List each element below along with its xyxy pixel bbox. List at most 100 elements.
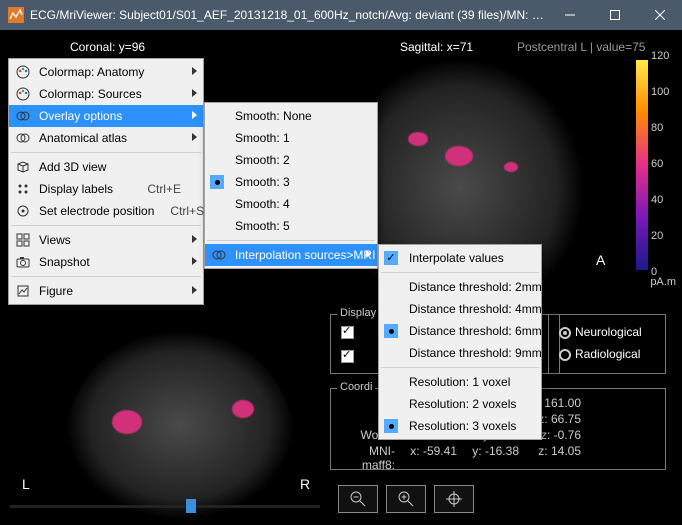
viewer-area: Coronal: y=96 Sagittal: x=71 Postcentral… xyxy=(0,30,682,525)
menu-item-label: Distance threshold: 4mm xyxy=(409,302,542,316)
menu-item-label: Smooth: 4 xyxy=(235,197,290,211)
submenu-overlay-options: Smooth: NoneSmooth: 1 Smooth: 2 Smooth: 3 S… xyxy=(204,102,378,269)
source-blob xyxy=(232,400,254,418)
zoom-in-button[interactable] xyxy=(386,485,426,513)
menu-item-label: Interpolate values xyxy=(409,251,504,265)
menu-item-label: Add 3D view xyxy=(39,160,106,174)
menu-item-label: Snapshot xyxy=(39,255,90,269)
interp-menu-item[interactable]: Resolution: 2 voxels xyxy=(379,393,541,415)
main-menu-item[interactable]: Views xyxy=(9,229,203,251)
overlay-menu-item[interactable]: Smooth: 1 xyxy=(205,127,377,149)
orientation-panel: Neurological Radiological xyxy=(548,314,666,374)
interp-menu-item[interactable]: Distance threshold: 4mm xyxy=(379,298,541,320)
menu-item-label: Smooth: 2 xyxy=(235,153,290,167)
overlay-icon xyxy=(15,108,31,124)
zoom-toolbar xyxy=(338,485,474,513)
submenu-arrow-icon xyxy=(192,133,197,141)
main-menu-item[interactable]: Add 3D view xyxy=(9,156,203,178)
menu-item-label: Set electrode position xyxy=(39,204,154,218)
menu-item-label: Views xyxy=(39,233,71,247)
colorbar-unit: pA.m xyxy=(650,276,676,288)
menu-item-label: Resolution: 2 voxels xyxy=(409,397,516,411)
interp-menu-item[interactable]: Distance threshold: 9mm xyxy=(379,342,541,364)
maximize-button[interactable] xyxy=(592,0,637,30)
minimize-button[interactable] xyxy=(547,0,592,30)
menu-item-label: Distance threshold: 6mm xyxy=(409,324,542,338)
radiological-radio[interactable]: Radiological xyxy=(559,347,640,361)
interp-menu-item[interactable]: Resolution: 3 voxels xyxy=(379,415,541,437)
main-menu-item[interactable]: Colormap: Sources xyxy=(9,83,203,105)
colorbar-tick: 40 xyxy=(651,194,676,206)
coordinate-row: MNI-maff8:x: -59.41y: -16.38z: 14.05 xyxy=(331,443,665,473)
submenu-arrow-icon xyxy=(192,257,197,265)
colorbar xyxy=(636,60,648,270)
context-menu-main: Colormap: Anatomy Colormap: Sources Overla… xyxy=(8,58,204,305)
labels-icon xyxy=(15,181,31,197)
menu-separator xyxy=(381,367,539,368)
menu-item-label: Smooth: 3 xyxy=(235,175,290,189)
overlay-menu-item[interactable]: Smooth: None xyxy=(205,105,377,127)
crosshair-button[interactable] xyxy=(434,485,474,513)
menu-shortcut: Ctrl+E xyxy=(131,182,181,196)
interp-menu-item[interactable]: Resolution: 1 voxel xyxy=(379,371,541,393)
palette-icon xyxy=(15,64,31,80)
menu-item-label: Smooth: 5 xyxy=(235,219,290,233)
main-menu-item[interactable]: Display labelsCtrl+E xyxy=(9,178,203,200)
submenu-arrow-icon xyxy=(366,250,371,258)
overlay-menu-item[interactable]: Smooth: 5 xyxy=(205,215,377,237)
threshold-slider[interactable] xyxy=(10,499,320,513)
colorbar-tick: 80 xyxy=(651,122,676,134)
3d-icon xyxy=(15,159,31,175)
submenu-arrow-icon xyxy=(192,235,197,243)
main-menu-item[interactable]: Set electrode positionCtrl+S xyxy=(9,200,203,222)
camera-icon xyxy=(15,254,31,270)
colorbar-tick: 120 xyxy=(651,50,676,62)
submenu-interpolation: ✓Interpolate values Distance threshold: 2… xyxy=(378,244,542,440)
electrode-icon xyxy=(15,203,31,219)
menu-item-label: Anatomical atlas xyxy=(39,131,127,145)
menu-separator xyxy=(381,272,539,273)
zoom-out-button[interactable] xyxy=(338,485,378,513)
coronal-label: Coronal: y=96 xyxy=(70,40,145,54)
menu-item-label: Figure xyxy=(39,284,73,298)
colorbar-tick: 20 xyxy=(651,230,676,242)
menu-separator xyxy=(11,225,201,226)
neurological-radio[interactable]: Neurological xyxy=(559,325,642,339)
display-legend: Display xyxy=(337,307,379,319)
submenu-arrow-icon xyxy=(192,286,197,294)
anterior-marker: A xyxy=(596,252,605,268)
titlebar: ECG/MriViewer: Subject01/S01_AEF_2013121… xyxy=(0,0,682,30)
colorbar-tick: 100 xyxy=(651,86,676,98)
layout-icon xyxy=(15,232,31,248)
overlay-menu-item[interactable]: Smooth: 4 xyxy=(205,193,377,215)
display-check-2[interactable] xyxy=(341,349,356,363)
main-menu-item[interactable]: Anatomical atlas xyxy=(9,127,203,149)
interp-menu-item[interactable]: Distance threshold: 2mm xyxy=(379,276,541,298)
window-title: ECG/MriViewer: Subject01/S01_AEF_2013121… xyxy=(30,8,547,22)
axial-view[interactable] xyxy=(65,330,295,520)
overlay-menu-item[interactable]: Smooth: 2 xyxy=(205,149,377,171)
colorbar-tick: 60 xyxy=(651,158,676,170)
submenu-arrow-icon xyxy=(192,67,197,75)
left-marker: L xyxy=(22,476,30,492)
source-blob xyxy=(445,146,473,166)
submenu-arrow-icon xyxy=(192,111,197,119)
close-button[interactable] xyxy=(637,0,682,30)
menu-item-label: Resolution: 3 voxels xyxy=(409,419,516,433)
menu-item-label: Overlay options xyxy=(39,109,122,123)
menu-separator xyxy=(207,240,375,241)
main-menu-item[interactable]: Snapshot xyxy=(9,251,203,273)
overlay-menu-item[interactable]: Interpolation sources>MRI xyxy=(205,244,377,266)
display-check-1[interactable] xyxy=(341,325,356,339)
overlay-menu-item[interactable]: Smooth: 3 xyxy=(205,171,377,193)
menu-shortcut: Ctrl+S xyxy=(154,204,204,218)
main-menu-item[interactable]: Figure xyxy=(9,280,203,302)
menu-item-label: Colormap: Sources xyxy=(39,87,142,101)
overlay-icon xyxy=(15,130,31,146)
interp-menu-item[interactable]: ✓Interpolate values xyxy=(379,247,541,269)
interp-menu-item[interactable]: Distance threshold: 6mm xyxy=(379,320,541,342)
menu-item-label: Colormap: Anatomy xyxy=(39,65,144,79)
main-menu-item[interactable]: Colormap: Anatomy xyxy=(9,61,203,83)
menu-separator xyxy=(11,152,201,153)
main-menu-item[interactable]: Overlay options xyxy=(9,105,203,127)
